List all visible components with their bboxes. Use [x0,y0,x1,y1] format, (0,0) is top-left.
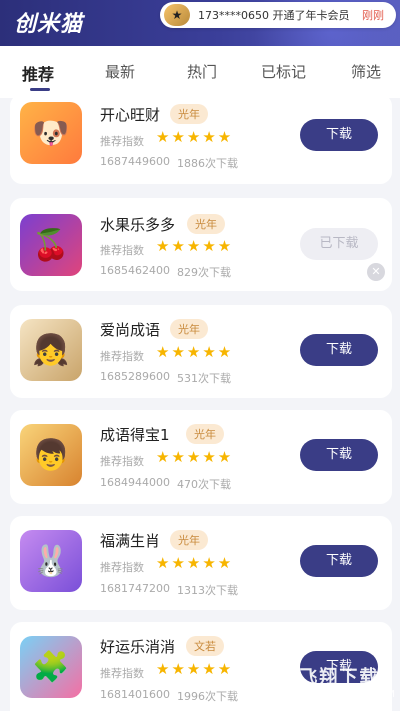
download-count: 1996次下载 [177,690,238,703]
app-card[interactable]: 👧 爱尚成语 光年 推荐指数 ★★★★★ 1685289600 531次下载 下… [10,305,392,398]
user-avatar-icon: ★ [164,4,190,26]
dog-icon: 🐶 [20,102,82,164]
download-button[interactable]: 下载 [300,439,378,471]
rating-label: 推荐指数 [100,135,144,148]
app-logo: 创米猫 [14,12,84,37]
app-tag: 光年 [170,319,208,339]
app-tag: 光年 [170,104,208,124]
app-header: 创米猫 ★ 173****0650 开通了年卡会员 刚刚 [0,0,400,46]
download-count: 1886次下载 [177,157,238,170]
rating-label: 推荐指数 [100,455,144,468]
app-id: 1685462400 [100,264,170,277]
download-button[interactable]: 下载 [300,334,378,366]
tab-latest[interactable]: 最新 [105,61,135,82]
watermark-url: WWW.FXXZ.COM [299,688,396,700]
download-count: 829次下载 [177,266,231,279]
star-rating: ★★★★★ [156,128,234,146]
app-card[interactable]: 🐰 福满生肖 光年 推荐指数 ★★★★★ 1681747200 1313次下载 … [10,516,392,610]
star-rating: ★★★★★ [156,660,234,678]
idiom-girl-icon: 👧 [20,319,82,381]
toast-time: 刚刚 [362,9,384,22]
download-button[interactable]: 下载 [300,119,378,151]
rating-label: 推荐指数 [100,244,144,257]
download-count: 1313次下载 [177,584,238,597]
app-list[interactable]: 🐶 开心旺财 光年 推荐指数 ★★★★★ 1687449600 1886次下载 … [0,98,400,711]
downloaded-button[interactable]: 已下载 [300,228,378,260]
tab-filter[interactable]: 筛选 [351,61,381,82]
app-name: 水果乐多多 [100,216,176,234]
app-card[interactable]: 🍒 水果乐多多 光年 推荐指数 ★★★★★ 1685462400 829次下载 … [10,198,392,291]
app-card[interactable]: 👦 成语得宝1 光年 推荐指数 ★★★★★ 1684944000 470次下载 … [10,410,392,504]
close-icon[interactable]: ✕ [367,263,385,281]
tab-hot[interactable]: 热门 [187,61,217,82]
star-rating: ★★★★★ [156,554,234,572]
app-id: 1687449600 [100,155,170,168]
tab-bar: 推荐 最新 热门 已标记 筛选 [0,46,400,98]
app-tag: 文若 [186,636,224,656]
app-name: 开心旺财 [100,106,161,124]
app-name: 福满生肖 [100,532,161,550]
rating-label: 推荐指数 [100,350,144,363]
app-id: 1684944000 [100,476,170,489]
rating-label: 推荐指数 [100,667,144,680]
app-name: 好运乐消消 [100,638,176,656]
app-name: 爱尚成语 [100,321,161,339]
tab-marked[interactable]: 已标记 [261,61,306,82]
app-id: 1681747200 [100,582,170,595]
download-count: 531次下载 [177,372,231,385]
app-tag: 光年 [187,214,225,234]
star-rating: ★★★★★ [156,237,234,255]
rating-label: 推荐指数 [100,561,144,574]
download-button[interactable]: 下载 [300,545,378,577]
idiom-boy-icon: 👦 [20,424,82,486]
tab-recommend[interactable]: 推荐 [22,61,54,85]
active-tab-indicator [30,88,50,91]
star-rating: ★★★★★ [156,343,234,361]
app-id: 1681401600 [100,688,170,701]
app-name: 成语得宝1 [100,426,170,444]
fruit-icon: 🍒 [20,214,82,276]
app-tag: 光年 [186,424,224,444]
watermark-text: 飞翔下载 [299,666,380,688]
app-tag: 光年 [170,530,208,550]
star-rating: ★★★★★ [156,448,234,466]
watermark-logo-icon: e [250,658,294,704]
blocks-icon: 🧩 [20,636,82,698]
site-watermark: e 飞翔下载 WWW.FXXZ.COM [250,654,396,708]
app-id: 1685289600 [100,370,170,383]
app-card[interactable]: 🐶 开心旺财 光年 推荐指数 ★★★★★ 1687449600 1886次下载 … [10,98,392,184]
download-count: 470次下载 [177,478,231,491]
membership-toast[interactable]: ★ 173****0650 开通了年卡会员 刚刚 [160,2,396,28]
rabbit-icon: 🐰 [20,530,82,592]
toast-text: 173****0650 开通了年卡会员 [198,9,350,22]
